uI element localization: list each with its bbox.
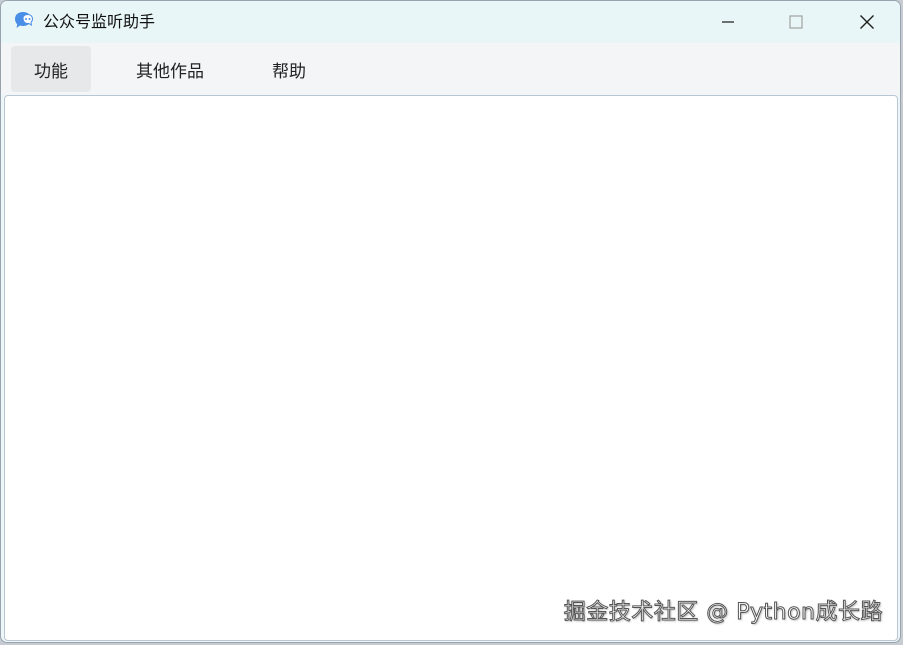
menu-item-other-works[interactable]: 其他作品 xyxy=(117,46,223,92)
menu-item-features[interactable]: 功能 xyxy=(11,46,91,92)
title-bar[interactable]: 公众号监听助手 xyxy=(1,1,900,43)
menu-bar: 功能 其他作品 帮助 xyxy=(1,43,900,95)
minimize-icon xyxy=(721,15,735,29)
watermark-text: 掘金技术社区 @ Python成长路 xyxy=(563,600,883,626)
close-button[interactable] xyxy=(835,1,899,43)
close-icon xyxy=(859,14,875,30)
app-window: 公众号监听助手 功能 其他作品 帮助 掘金技术社区 @ Python成长路 xyxy=(0,0,901,643)
menu-item-help[interactable]: 帮助 xyxy=(251,46,327,92)
chat-bubble-icon xyxy=(12,10,34,32)
window-title: 公众号监听助手 xyxy=(43,12,156,31)
maximize-icon xyxy=(789,15,803,29)
minimize-button[interactable] xyxy=(696,1,760,43)
main-content-area: 掘金技术社区 @ Python成长路 xyxy=(4,95,898,641)
maximize-button[interactable] xyxy=(764,1,828,43)
